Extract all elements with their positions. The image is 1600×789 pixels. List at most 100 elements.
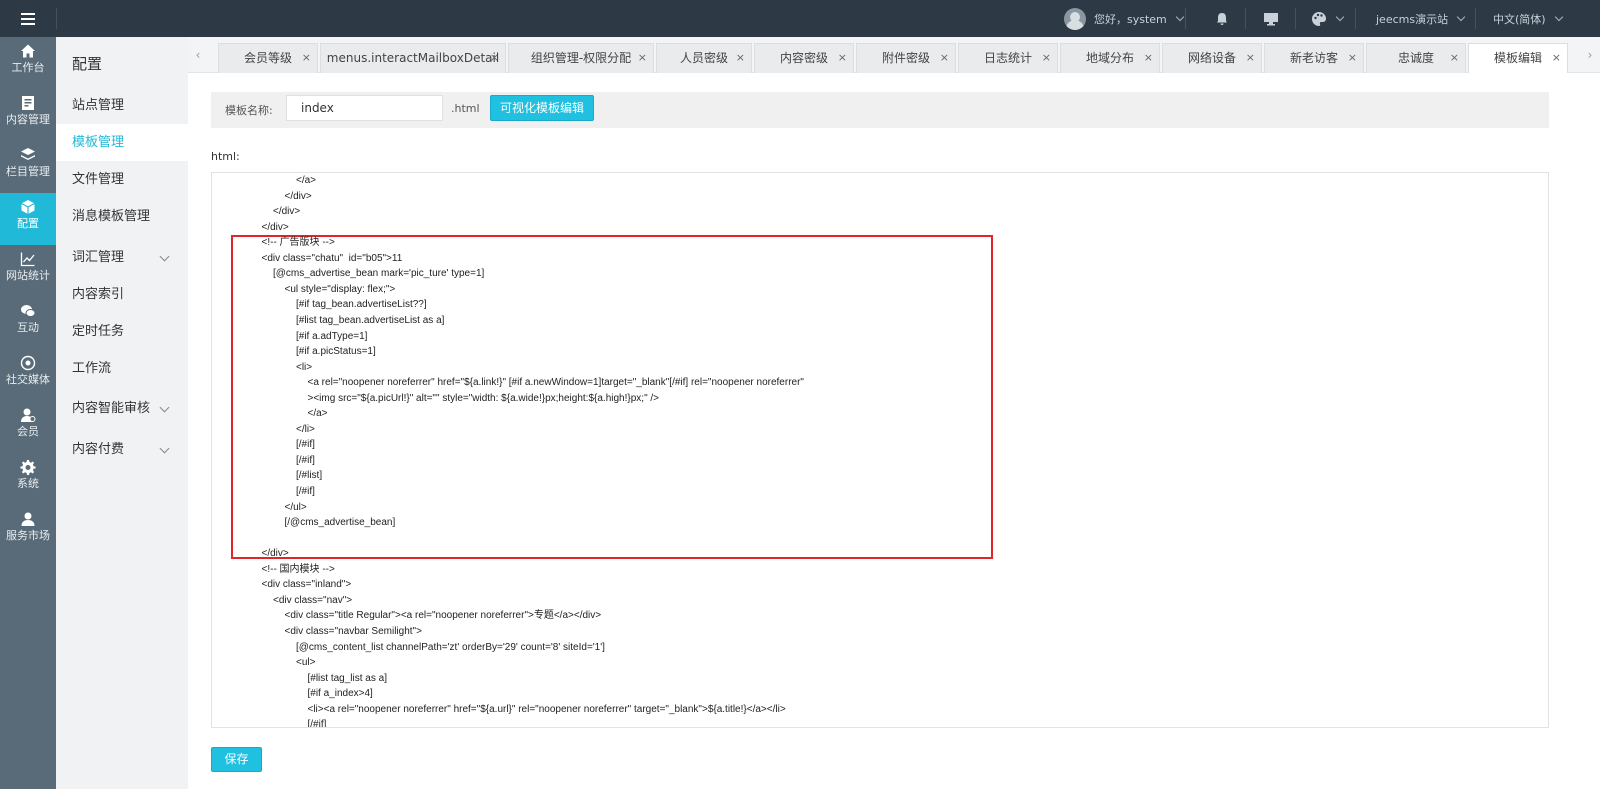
tabs-next-button[interactable]: › — [1580, 37, 1600, 73]
nav-item-label: 内容管理 — [6, 113, 50, 126]
tab-label: 日志统计 — [983, 51, 1032, 65]
tab-region-distribution[interactable]: 地域分布 × — [1060, 43, 1160, 73]
site-name: jeecms演示站 — [1376, 12, 1449, 26]
code-editor[interactable]: </a> </div> </div> </div> <!-- 广告版块 --> <div … — [211, 172, 1549, 728]
tabs-prev-button[interactable]: ‹ — [188, 37, 208, 73]
secondary-sidebar: 配置 站点管理 模板管理 文件管理 消息模板管理 词汇管理 内容索引 定时任务 … — [56, 37, 188, 789]
nav-item-label: 工作台 — [11, 61, 45, 74]
divider — [1295, 8, 1296, 29]
cube-icon — [20, 199, 36, 215]
template-name-label: 模板名称: — [225, 104, 273, 117]
close-icon[interactable]: × — [736, 44, 745, 72]
bell-icon[interactable] — [1216, 0, 1228, 37]
code-line: </div> — [261, 548, 289, 560]
sidebar-title: 配置 — [72, 55, 103, 73]
tab-label: 网络设备 — [1187, 51, 1236, 65]
nav-item-channel[interactable]: 栏目管理 — [0, 141, 56, 193]
sidebar-item-scheduled-task[interactable]: 定时任务 — [56, 313, 188, 350]
chart-icon — [20, 251, 36, 267]
tab-label: 内容密级 — [779, 51, 828, 65]
code-line: [/#if] — [296, 454, 315, 466]
code-line: <div class="chatu" id="b05">11 — [261, 252, 403, 264]
nav-item-label: 社交媒体 — [6, 373, 50, 386]
code-line: </div> — [284, 190, 312, 202]
sidebar-item-paid-content[interactable]: 内容付费 — [56, 431, 188, 468]
code-line: [#if a_index>4] — [307, 688, 373, 700]
sidebar-item-vocabulary[interactable]: 词汇管理 — [56, 239, 188, 276]
nav-item-stats[interactable]: 网站统计 — [0, 245, 56, 297]
avatar — [1064, 7, 1086, 30]
sidebar-item-workflow[interactable]: 工作流 — [56, 350, 188, 387]
tab-loyalty[interactable]: 忠诚度 × — [1366, 43, 1466, 73]
hamburger-menu-icon[interactable] — [0, 0, 56, 37]
sidebar-item-content-index[interactable]: 内容索引 — [56, 276, 188, 313]
code-line: <ul> — [296, 657, 316, 669]
sidebar-item-label: 消息模板管理 — [72, 209, 151, 224]
nav-item-label: 服务市场 — [6, 529, 50, 542]
code-line: [/@cms_advertise_bean] — [284, 517, 396, 529]
tab-bar: ‹ 会员等级 × menus.interactMailboxDetail × 组织管… — [188, 37, 1600, 73]
nav-item-member[interactable]: 会员 — [0, 401, 56, 453]
nav-item-workbench[interactable]: 工作台 — [0, 37, 56, 89]
chevron-down-icon — [1175, 12, 1185, 21]
main-content: 模板名称: index .html 可视化模板编辑 html: </a> </di… — [188, 74, 1600, 789]
language-switcher[interactable]: 中文(简体) — [1493, 0, 1563, 37]
code-line: <li> — [296, 361, 313, 373]
tab-log-stats[interactable]: 日志统计 × — [958, 43, 1058, 73]
code-line: ><img src="${a.picUrl!}" alt="" style="w… — [307, 392, 660, 404]
nav-item-system[interactable]: 系统 — [0, 453, 56, 505]
close-icon[interactable]: × — [1348, 44, 1357, 72]
site-switcher[interactable]: jeecms演示站 — [1376, 0, 1466, 37]
tab-attachment-clearance[interactable]: 附件密级 × — [856, 43, 956, 73]
gear-icon — [20, 459, 36, 475]
sidebar-item-label: 文件管理 — [72, 172, 125, 187]
code-line: [/#if] — [307, 719, 327, 728]
user-menu[interactable]: 您好，system — [1064, 0, 1185, 37]
close-icon[interactable]: × — [1042, 44, 1051, 72]
chevron-down-icon — [1554, 12, 1563, 21]
tab-network-device[interactable]: 网络设备 × — [1162, 43, 1262, 73]
sidebar-item-message-template[interactable]: 消息模板管理 — [56, 198, 188, 235]
palette-icon[interactable] — [1311, 0, 1345, 37]
close-icon[interactable]: × — [638, 44, 647, 72]
nav-item-service-market[interactable]: 服务市场 — [0, 505, 56, 557]
close-icon[interactable]: × — [302, 44, 311, 72]
sidebar-item-label: 定时任务 — [72, 324, 125, 339]
close-icon[interactable]: × — [490, 44, 499, 72]
tab-content-clearance[interactable]: 内容密级 × — [754, 43, 854, 73]
close-icon[interactable]: × — [1552, 44, 1561, 72]
code-line: [#if tag_bean.advertiseList??] — [296, 299, 427, 311]
code-line: [@cms_advertise_bean mark='pic_ture' typ… — [273, 268, 485, 280]
monitor-icon[interactable] — [1263, 0, 1279, 37]
sidebar-item-smart-review[interactable]: 内容智能审核 — [56, 390, 188, 427]
tab-staff-clearance[interactable]: 人员密级 × — [656, 43, 752, 73]
template-name-input[interactable]: index — [286, 95, 443, 121]
close-icon[interactable]: × — [1246, 44, 1255, 72]
nav-item-social[interactable]: 社交媒体 — [0, 349, 56, 401]
sidebar-item-template[interactable]: 模板管理 — [56, 124, 188, 161]
tab-template-edit[interactable]: 模板编辑 × — [1468, 43, 1568, 73]
visual-edit-button[interactable]: 可视化模板编辑 — [490, 95, 594, 121]
sidebar-item-site[interactable]: 站点管理 — [56, 87, 188, 124]
tab-org-permission[interactable]: 组织管理-权限分配 × — [508, 43, 654, 73]
sidebar-item-file[interactable]: 文件管理 — [56, 161, 188, 198]
tab-interact-mailbox[interactable]: menus.interactMailboxDetail × — [320, 43, 506, 73]
language-label: 中文(简体) — [1493, 12, 1546, 26]
code-line: </a> — [296, 175, 317, 186]
nav-item-interaction[interactable]: 互动 — [0, 297, 56, 349]
chat-icon — [20, 303, 36, 319]
nav-item-config[interactable]: 配置 — [0, 193, 56, 245]
divider — [1355, 8, 1356, 29]
tab-new-returning-visitors[interactable]: 新老访客 × — [1264, 43, 1364, 73]
service-icon — [20, 511, 36, 527]
close-icon[interactable]: × — [1450, 44, 1459, 72]
code-line: <li><a rel="noopener noreferrer" href="$… — [307, 703, 786, 715]
code-line: [#list tag_list as a] — [307, 672, 387, 684]
close-icon[interactable]: × — [940, 44, 949, 72]
close-icon[interactable]: × — [838, 44, 847, 72]
divider — [1475, 8, 1476, 29]
save-button[interactable]: 保存 — [211, 747, 262, 772]
tab-member-level[interactable]: 会员等级 × — [218, 43, 318, 73]
nav-item-content[interactable]: 内容管理 — [0, 89, 56, 141]
close-icon[interactable]: × — [1144, 44, 1153, 72]
